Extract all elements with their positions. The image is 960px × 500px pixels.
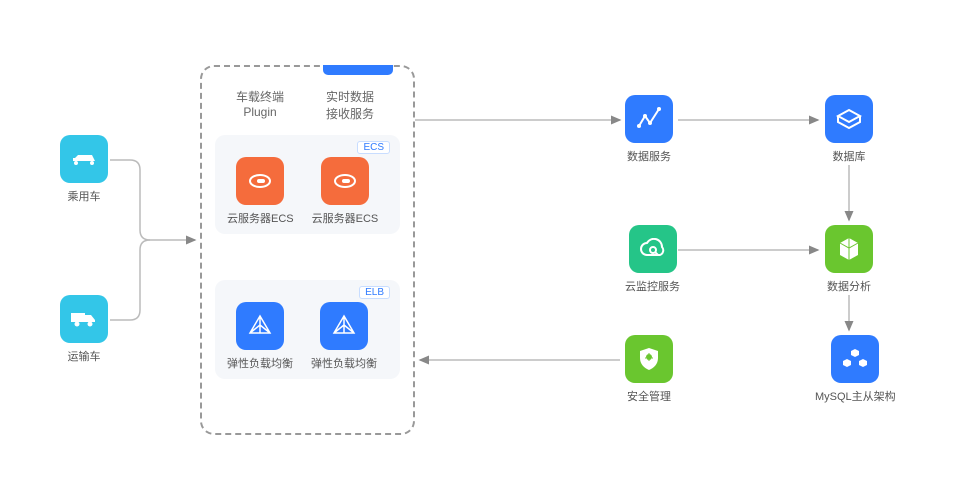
analysis-node: 数据分析 (825, 225, 873, 294)
shield-icon (625, 335, 673, 383)
header-text-1: 车载终端Plugin (225, 88, 295, 119)
elb-item-1: 弹性负载均衡 (227, 302, 293, 371)
ecs-card: ECS 云服务器ECS 云服务器ECS (215, 135, 400, 234)
ecs-item-1: 云服务器ECS (227, 157, 294, 226)
connectors (0, 0, 960, 500)
database-label: 数据库 (833, 148, 866, 164)
data-service-node: 数据服务 (625, 95, 673, 164)
analysis-label: 数据分析 (827, 278, 871, 294)
mysql-label: MySQL主从架构 (815, 388, 896, 404)
ces-node: 云监控服务 (625, 225, 680, 294)
elb-icon (320, 302, 368, 350)
cube-icon (825, 225, 873, 273)
security-node: 安全管理 (625, 335, 673, 404)
truck-label: 运输车 (68, 348, 101, 364)
ecs-icon (236, 157, 284, 205)
ces-label: 云监控服务 (625, 278, 680, 294)
container-tab (323, 65, 393, 75)
database-node: 数据库 (825, 95, 873, 164)
header-text-2: 实时数据接收服务 (315, 88, 385, 122)
truck-node: 运输车 (60, 295, 108, 364)
cloud-monitor-icon (629, 225, 677, 273)
database-icon (825, 95, 873, 143)
car-node: 乘用车 (60, 135, 108, 204)
data-service-label: 数据服务 (627, 148, 671, 164)
elb-badge: ELB (359, 286, 390, 299)
ecs-icon (321, 157, 369, 205)
elb-card: ELB 弹性负载均衡 弹性负载均衡 (215, 280, 400, 379)
cluster-icon (831, 335, 879, 383)
ecs-item-2: 云服务器ECS (312, 157, 379, 226)
analytics-icon (625, 95, 673, 143)
ecs-badge: ECS (357, 141, 390, 154)
elb-item-2: 弹性负载均衡 (311, 302, 377, 371)
mysql-node: MySQL主从架构 (815, 335, 896, 404)
truck-icon (60, 295, 108, 343)
car-label: 乘用车 (68, 188, 101, 204)
car-icon (60, 135, 108, 183)
elb-icon (236, 302, 284, 350)
security-label: 安全管理 (627, 388, 671, 404)
